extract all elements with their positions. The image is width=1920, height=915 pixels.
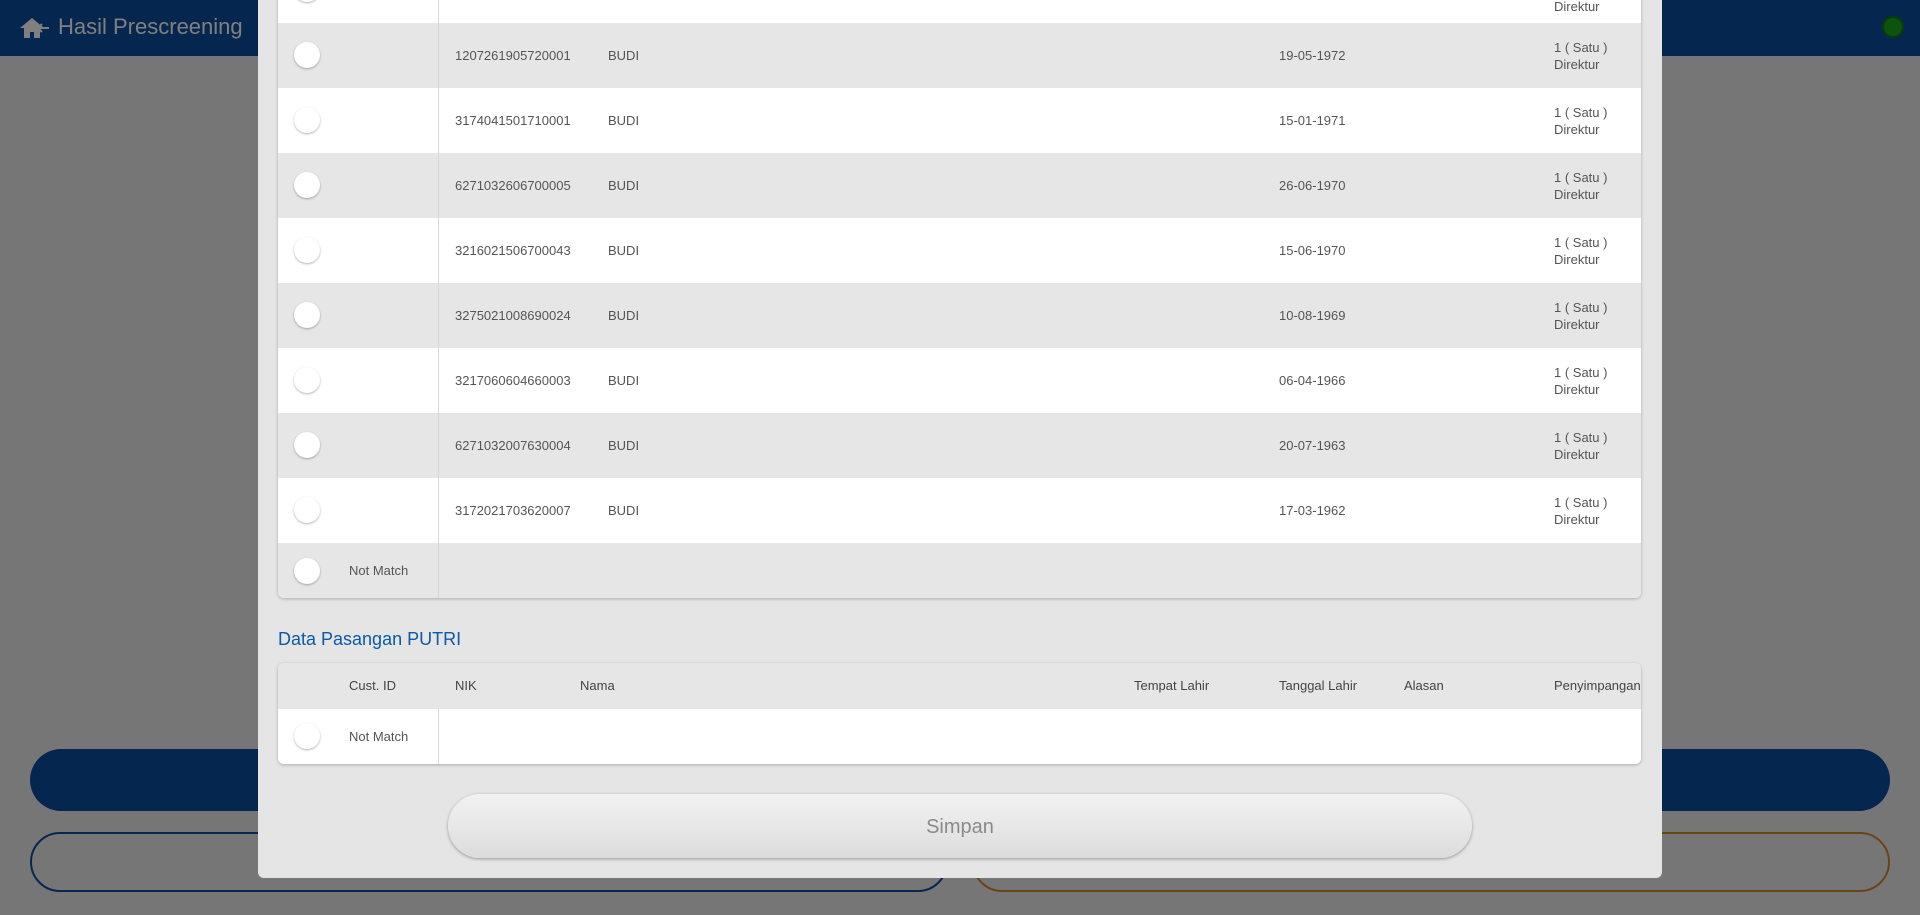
row-radio[interactable] xyxy=(294,497,320,523)
not-match-label: Not Match xyxy=(349,563,409,578)
save-button[interactable]: Simpan xyxy=(448,794,1472,858)
penyimpangan-cell: 1 ( Satu ) Direktur xyxy=(1554,40,1608,72)
pasangan-table: Cust. ID NIK Nama Tempat Lahir Tanggal L… xyxy=(278,663,1641,764)
penyimpangan-cell: Direktur xyxy=(1554,0,1600,14)
not-match-row[interactable]: Not Match xyxy=(278,709,1641,764)
penyimpangan-cell: 1 ( Satu ) Direktur xyxy=(1554,105,1608,137)
table-row[interactable]: 3217060604660003 BUDI 06-04-1966 1 ( Sat… xyxy=(278,348,1641,413)
column-alasan: Alasan xyxy=(1404,678,1444,693)
tanggal-lahir-cell: 17-03-1962 xyxy=(1279,503,1346,518)
row-radio[interactable] xyxy=(294,42,320,68)
nik-cell: 1207261905720001 xyxy=(455,48,571,63)
nik-cell: 3217060604660003 xyxy=(455,373,571,388)
table-row[interactable]: 3216021506700043 BUDI 15-06-1970 1 ( Sat… xyxy=(278,218,1641,283)
nama-cell: BUDI xyxy=(608,373,640,388)
table-row[interactable]: 6271032606700005 BUDI 26-06-1970 1 ( Sat… xyxy=(278,153,1641,218)
not-match-radio[interactable] xyxy=(294,558,320,584)
table-row[interactable]: 3172021703620007 BUDI 17-03-1962 1 ( Sat… xyxy=(278,478,1641,543)
nik-cell: 3275021008690024 xyxy=(455,308,571,323)
column-nik: NIK xyxy=(455,678,477,693)
nama-cell: BUDI xyxy=(608,308,640,323)
column-cust-id: Cust. ID xyxy=(349,678,396,693)
not-match-label: Not Match xyxy=(349,729,409,744)
table-header: Cust. ID NIK Nama Tempat Lahir Tanggal L… xyxy=(278,663,1641,709)
table-row[interactable]: 3174041501710001 BUDI 15-01-1971 1 ( Sat… xyxy=(278,88,1641,153)
table-row: Direktur xyxy=(278,0,1641,23)
table-row[interactable]: 3275021008690024 BUDI 10-08-1969 1 ( Sat… xyxy=(278,283,1641,348)
nama-cell: BUDI xyxy=(608,243,640,258)
penyimpangan-cell: 1 ( Satu ) Direktur xyxy=(1554,235,1608,267)
match-table: Direktur 1207261905720001 BUDI 19-05-197… xyxy=(278,0,1641,598)
table-row[interactable]: 6271032007630004 BUDI 20-07-1963 1 ( Sat… xyxy=(278,413,1641,478)
prescreening-modal: Direktur 1207261905720001 BUDI 19-05-197… xyxy=(258,0,1662,878)
column-tanggal-lahir: Tanggal Lahir xyxy=(1279,678,1358,693)
nama-cell: BUDI xyxy=(608,178,640,193)
tanggal-lahir-cell: 06-04-1966 xyxy=(1279,373,1346,388)
nik-cell: 3174041501710001 xyxy=(455,113,571,128)
tanggal-lahir-cell: 15-01-1971 xyxy=(1279,113,1346,128)
nama-cell: BUDI xyxy=(608,503,640,518)
row-radio[interactable] xyxy=(294,107,320,133)
nik-cell: 6271032007630004 xyxy=(455,438,571,453)
row-radio[interactable] xyxy=(294,172,320,198)
column-tempat-lahir: Tempat Lahir xyxy=(1134,678,1210,693)
nik-cell: 3216021506700043 xyxy=(455,243,571,258)
column-nama: Nama xyxy=(580,678,615,693)
nik-cell: 6271032606700005 xyxy=(455,178,571,193)
not-match-row[interactable]: Not Match xyxy=(278,543,1641,598)
row-radio[interactable] xyxy=(294,0,320,2)
penyimpangan-cell: 1 ( Satu ) Direktur xyxy=(1554,170,1608,202)
row-radio[interactable] xyxy=(294,367,320,393)
nama-cell: BUDI xyxy=(608,113,640,128)
nik-cell: 3172021703620007 xyxy=(455,503,571,518)
section-title: Data Pasangan PUTRI xyxy=(278,629,462,649)
penyimpangan-cell: 1 ( Satu ) Direktur xyxy=(1554,430,1608,462)
penyimpangan-cell: 1 ( Satu ) Direktur xyxy=(1554,365,1608,397)
tanggal-lahir-cell: 20-07-1963 xyxy=(1279,438,1346,453)
nama-cell: BUDI xyxy=(608,438,640,453)
penyimpangan-cell: 1 ( Satu ) Direktur xyxy=(1554,495,1608,527)
row-radio[interactable] xyxy=(294,432,320,458)
nama-cell: BUDI xyxy=(608,48,640,63)
penyimpangan-cell: 1 ( Satu ) Direktur xyxy=(1554,300,1608,332)
row-radio[interactable] xyxy=(294,237,320,263)
column-penyimpangan: Penyimpangan xyxy=(1554,678,1641,693)
table-row[interactable]: 1207261905720001 BUDI 19-05-1972 1 ( Sat… xyxy=(278,23,1641,88)
not-match-radio[interactable] xyxy=(294,723,320,749)
row-radio[interactable] xyxy=(294,302,320,328)
tanggal-lahir-cell: 19-05-1972 xyxy=(1279,48,1346,63)
tanggal-lahir-cell: 26-06-1970 xyxy=(1279,178,1346,193)
tanggal-lahir-cell: 15-06-1970 xyxy=(1279,243,1346,258)
tanggal-lahir-cell: 10-08-1969 xyxy=(1279,308,1346,323)
